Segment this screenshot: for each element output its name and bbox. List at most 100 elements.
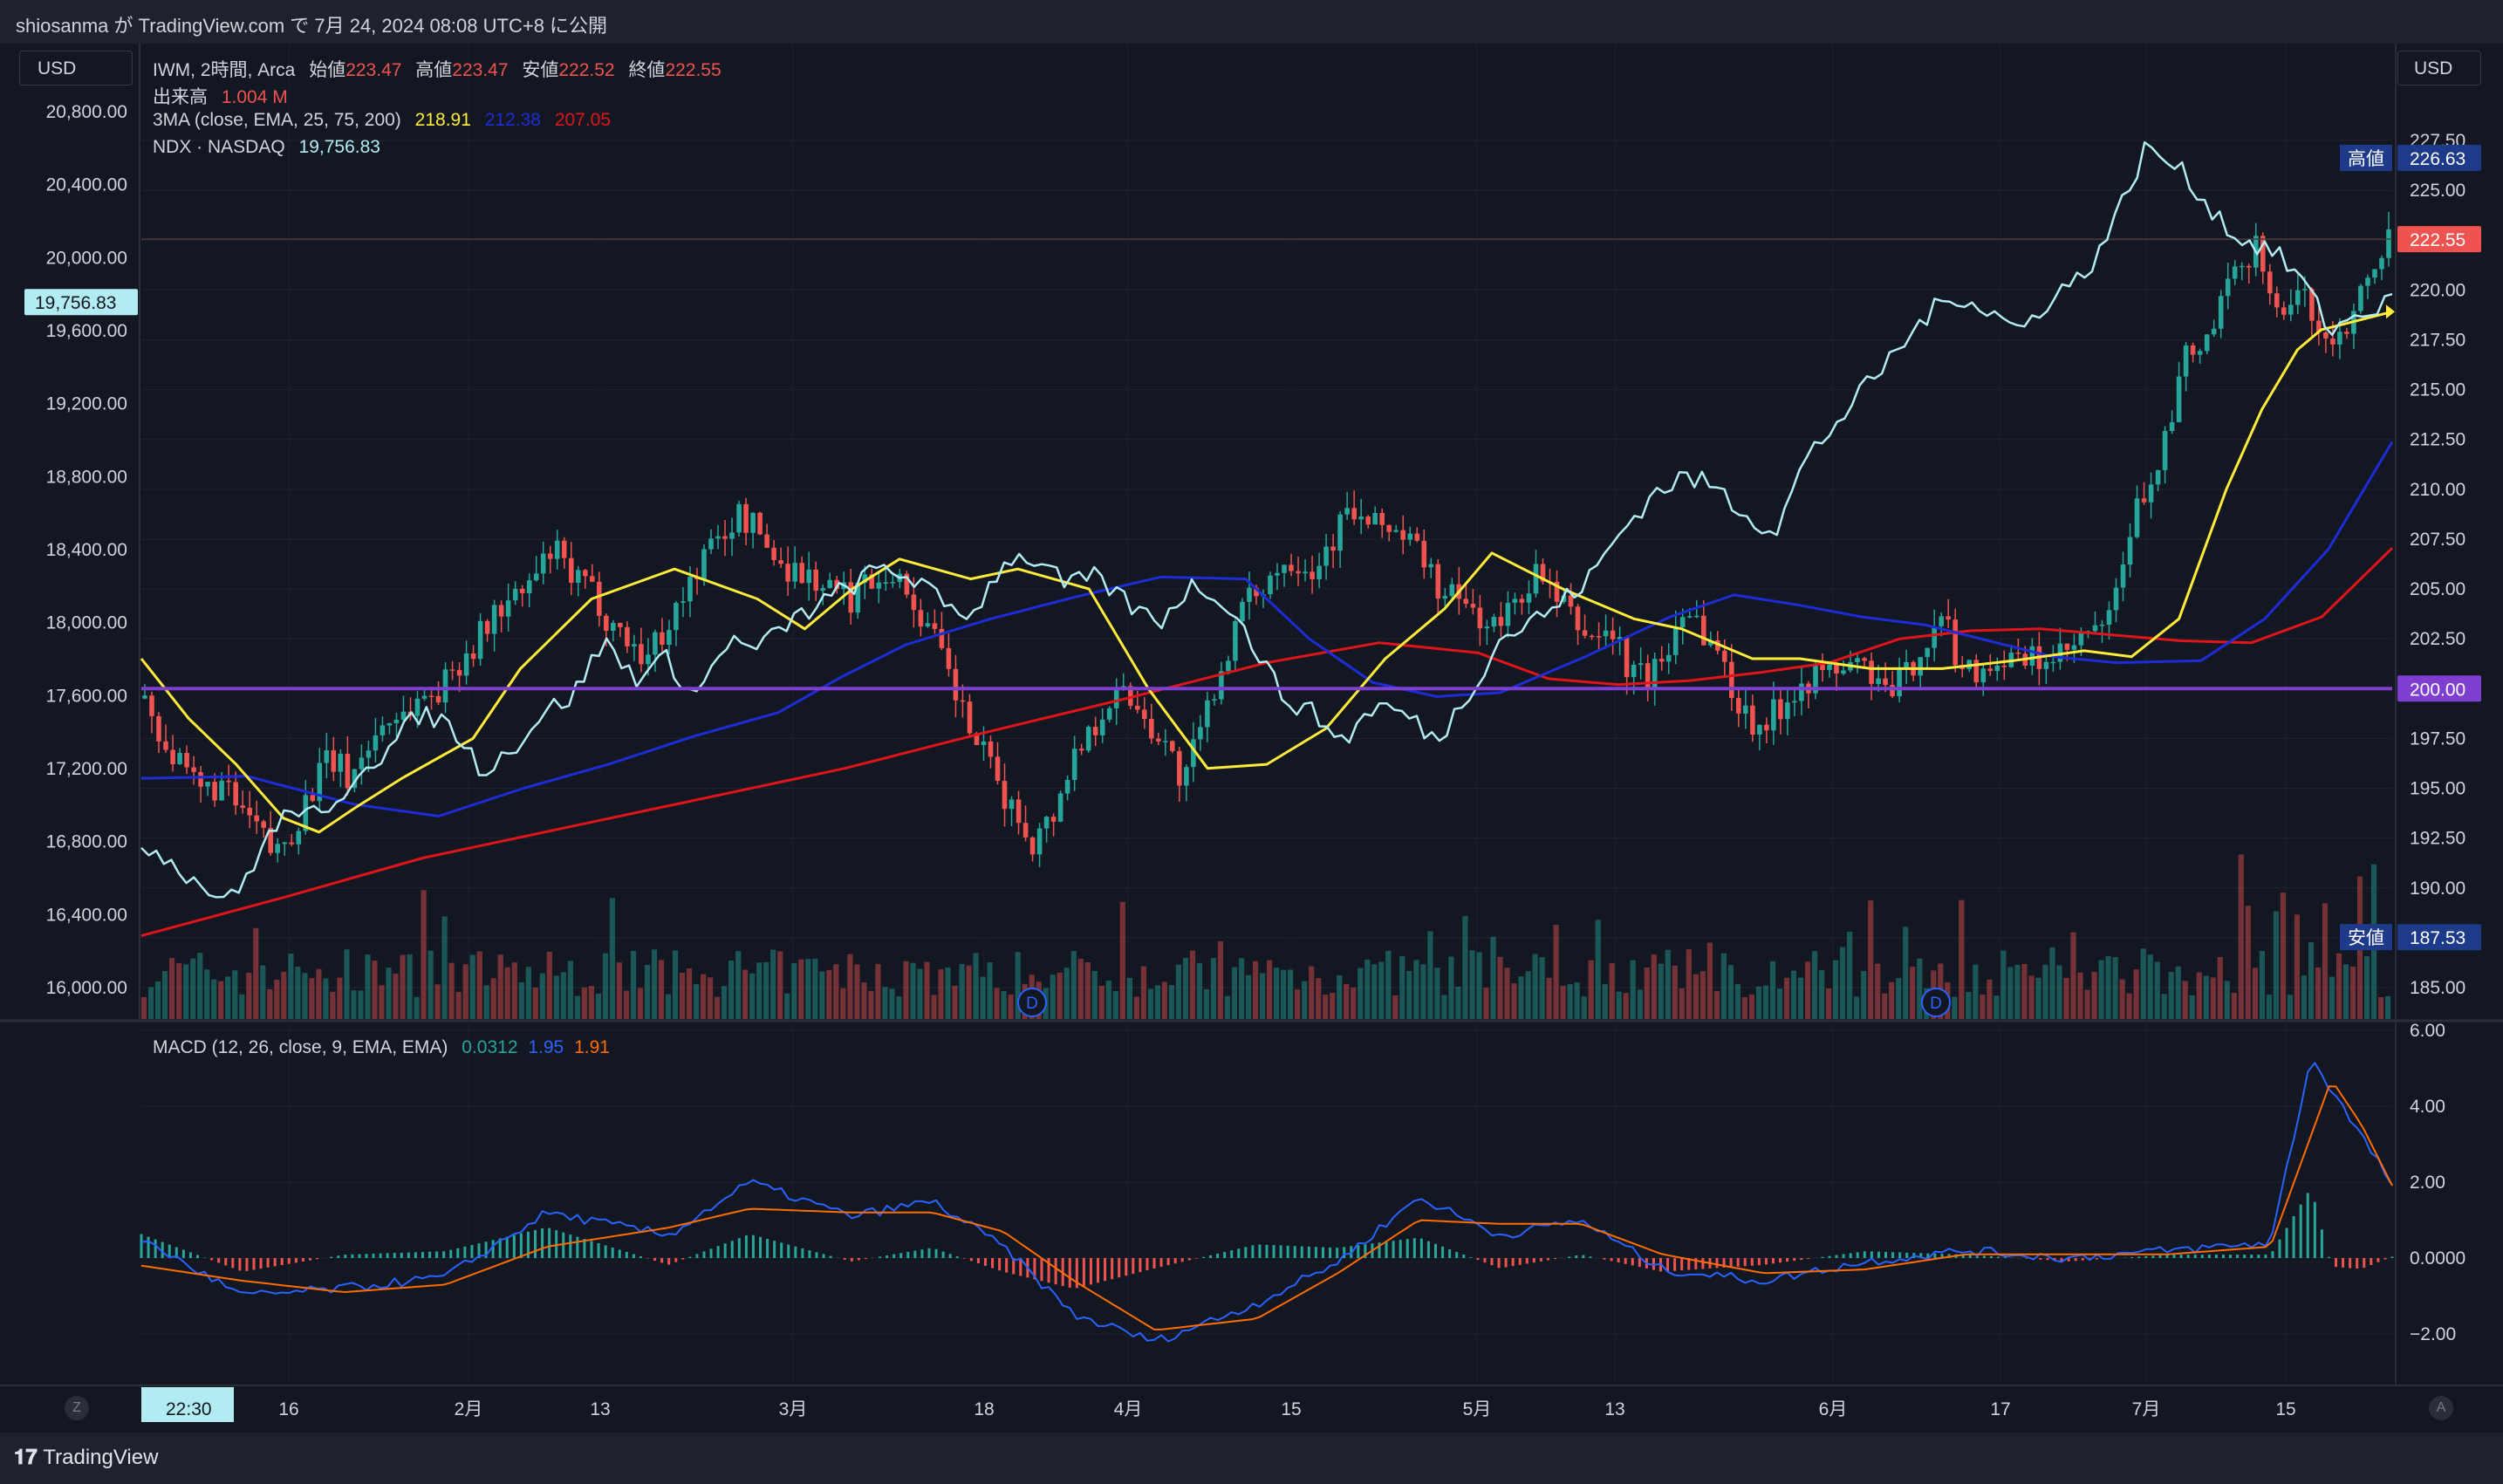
right-axis-label: 190.00 <box>2410 879 2465 899</box>
candle-body <box>2099 625 2105 626</box>
candle-body <box>660 632 665 645</box>
candle-body <box>1135 705 1140 710</box>
volume-bar <box>2175 966 2181 1019</box>
high-tag-value: 226.63 <box>2410 149 2465 169</box>
volume-bar <box>1826 988 1832 1019</box>
volume-bar <box>1630 960 1636 1019</box>
volume-bar <box>1595 920 1601 1019</box>
currency-left-button[interactable]: USD <box>19 51 133 85</box>
volume-bar <box>2224 981 2230 1019</box>
volume-bar <box>309 978 315 1019</box>
candle-body <box>2106 610 2112 626</box>
volume-bar <box>1210 958 1217 1019</box>
volume-bar <box>162 971 168 1019</box>
volume-bar <box>1098 986 1104 1019</box>
volume-bar <box>1050 975 1056 1019</box>
right-axis-label: 185.00 <box>2410 978 2465 998</box>
candle-body <box>785 564 790 582</box>
volume-bar <box>2098 960 2104 1019</box>
macd-label[interactable]: MACD (12, 26, close, 9, EMA, EMA) <box>153 1037 448 1057</box>
auto-scale-left-button[interactable]: Z <box>65 1396 89 1420</box>
volume-bar <box>386 968 392 1019</box>
volume-bar <box>994 988 1000 1019</box>
candle-body <box>1149 719 1154 739</box>
candle-body <box>2239 265 2245 268</box>
candle-body <box>233 782 238 806</box>
candle-body <box>1679 617 1686 627</box>
candle-body <box>1050 817 1057 822</box>
volume-bar <box>497 954 503 1019</box>
ma-label[interactable]: 3MA (close, EMA, 25, 75, 200) <box>153 110 401 130</box>
volume-bar <box>1511 983 1517 1019</box>
candle-body <box>1323 546 1329 566</box>
volume-bar <box>1224 995 1231 1019</box>
volume-bar <box>490 978 496 1019</box>
volume-bar <box>1084 962 1091 1019</box>
volume-bar <box>1875 963 1881 1019</box>
chart-area[interactable]: DD 227.50225.00222.50220.00217.50215.002… <box>0 44 2503 1433</box>
volume-bar <box>1182 957 1189 1019</box>
candle-body <box>1170 741 1175 751</box>
volume-bar <box>2252 968 2258 1019</box>
volume-bar <box>1693 974 1699 1019</box>
volume-bar <box>1734 983 1740 1019</box>
candle-body <box>1686 616 1693 618</box>
volume-bar <box>567 961 573 1019</box>
volume-bar <box>1686 949 1692 1019</box>
currency-left-label: USD <box>38 58 77 79</box>
volume-bar <box>777 951 783 1019</box>
volume-bar <box>2315 967 2322 1019</box>
high-tag-label: 高値 <box>2348 149 2384 169</box>
volume-bar <box>595 993 601 1019</box>
volume-bar <box>630 950 637 1019</box>
volume-bar <box>2217 957 2223 1019</box>
ndx-label[interactable]: NDX · NASDAQ <box>153 137 285 157</box>
volume-bar <box>421 890 427 1019</box>
candle-body <box>611 623 616 631</box>
symbol-label[interactable]: IWM, 2時間, Arca <box>153 60 295 80</box>
candle-body <box>261 821 266 828</box>
bottom-bar: 𝟏𝟕 TradingView <box>0 1433 2503 1484</box>
tradingview-logo[interactable]: 𝟏𝟕 TradingView <box>14 1446 158 1470</box>
macd-axis-label: 4.00 <box>2410 1097 2445 1117</box>
ma25-value: 218.91 <box>414 110 471 130</box>
volume-bar <box>337 977 343 1019</box>
candle-body <box>2323 332 2329 339</box>
macd-axis-label: −2.00 <box>2410 1324 2456 1344</box>
right-axis-label: 220.00 <box>2410 280 2465 300</box>
volume-bar <box>819 971 825 1019</box>
volume-bar <box>770 949 776 1019</box>
volume-bar <box>861 982 867 1019</box>
volume-bar <box>812 959 818 1019</box>
volume-bar <box>1903 927 1909 1019</box>
candle-body <box>1442 596 1448 599</box>
macd-hist-value: 0.0312 <box>462 1037 518 1057</box>
volume-bar <box>1546 977 1552 1019</box>
time-cursor-label: 22:30 <box>166 1399 212 1419</box>
candle-body <box>282 842 288 845</box>
volume-bar <box>260 965 266 1019</box>
time-axis-label: 17 <box>1990 1399 2010 1419</box>
currency-right-button[interactable]: USD <box>2397 51 2481 85</box>
candle-body <box>1078 749 1084 751</box>
candle-body <box>1022 823 1029 838</box>
auto-scale-right-button[interactable]: A <box>2429 1396 2453 1420</box>
volume-bar <box>2077 972 2083 1019</box>
left-axis-label: 18,800.00 <box>46 467 127 487</box>
candle-body <box>806 569 811 584</box>
volume-bar <box>148 987 154 1019</box>
volume-bar <box>658 960 665 1019</box>
candle-body <box>1652 659 1658 690</box>
candle-body <box>1226 660 1231 672</box>
volume-bar <box>952 985 958 1019</box>
volume-bar <box>1889 981 1895 1019</box>
volume-bar <box>553 975 559 1019</box>
candle-body <box>1113 687 1119 708</box>
volume-bar <box>1623 993 1629 1019</box>
volume-bar <box>1316 978 1322 1019</box>
volume-bar <box>1812 951 1818 1019</box>
candle-body <box>646 654 651 665</box>
volume-bar <box>379 985 385 1019</box>
volume-bar <box>2147 954 2153 1019</box>
volume-bar <box>155 981 161 1019</box>
